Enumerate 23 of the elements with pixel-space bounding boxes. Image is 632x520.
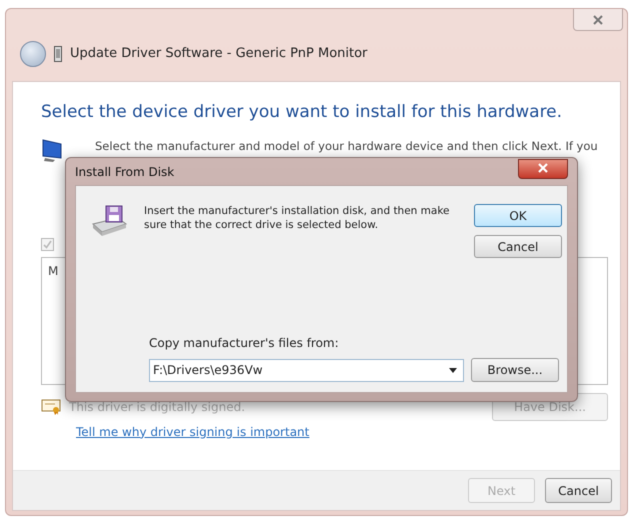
wizard-button[interactable]: Cancel	[545, 478, 612, 503]
driver-signing-link[interactable]: Tell me why driver signing is important	[76, 422, 310, 440]
instruction-text: Select the manufacturer and model of your hardware device and then click Next. If you	[95, 138, 598, 154]
dropdown-arrow-icon	[449, 368, 457, 372]
dialog-button[interactable]: OK	[474, 204, 562, 227]
dialog-title: Install From Disk	[75, 164, 174, 180]
close-button[interactable]	[518, 158, 568, 178]
device-icon	[54, 46, 62, 62]
floppy-drive-icon	[90, 204, 128, 236]
back-button[interactable]	[20, 41, 46, 67]
page-heading: Select the device driver you want to install for this hardware.	[41, 101, 564, 124]
dialog-message: Insert the manufacturer's installation disk, and then make sure that the correct drive is selected below.	[144, 204, 450, 232]
certificate-icon	[41, 398, 61, 414]
close-icon	[538, 162, 548, 173]
close-icon	[592, 14, 604, 26]
window-title: Update Driver Software - Generic PnP Monitor	[70, 45, 368, 64]
monitor-icon	[41, 138, 63, 162]
signing-status: This driver is digitally signed.	[69, 398, 246, 416]
path-label: Copy manufacturer's files from:	[149, 335, 340, 352]
column-header: M	[48, 262, 60, 280]
browse-button[interactable]: Browse...	[471, 358, 559, 382]
path-combo-box[interactable]: F:\Drivers\e936Vw	[149, 358, 464, 382]
dialog-button[interactable]: Cancel	[474, 235, 562, 258]
